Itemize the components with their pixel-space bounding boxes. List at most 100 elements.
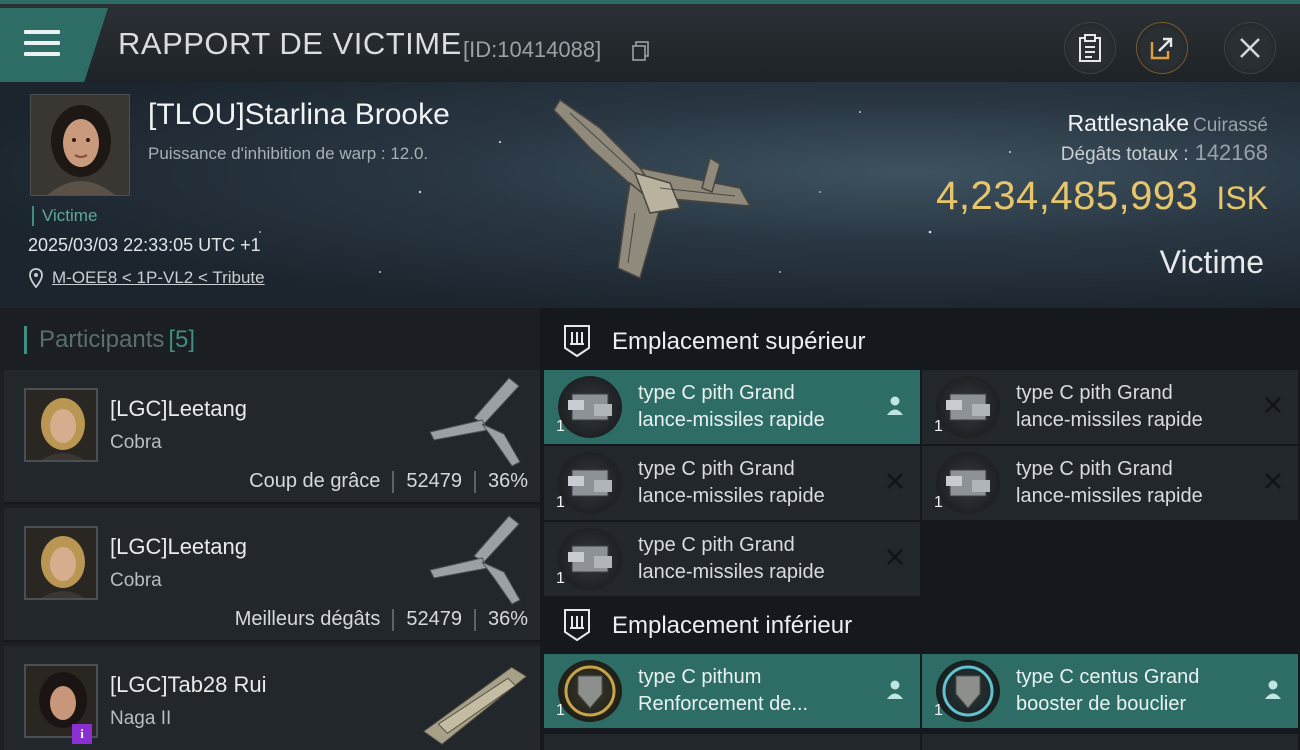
module-slot[interactable]: 1 type C pith Grand lance-missiles rapid… (544, 446, 920, 520)
fitting-panel: Emplacement supérieur 1 type C pith Gran… (544, 308, 1300, 750)
divider (392, 608, 395, 631)
participant-ship: Naga II (110, 708, 172, 729)
participant-stats: Meilleurs dégâts 52479 36% (235, 608, 528, 631)
divider (473, 608, 476, 631)
victim-banner: [TLOU]Starlina Brooke Puissance d'inhibi… (0, 82, 1300, 308)
module-slot[interactable]: 1 type C pith Grand lance-missiles rapid… (922, 446, 1298, 520)
clipboard-button[interactable] (1064, 22, 1116, 74)
module-name-line2: lance-missiles rapide (1016, 485, 1203, 507)
dropped-person-icon (1265, 680, 1281, 699)
participant-ship-image (429, 377, 521, 467)
victim-name[interactable]: [TLOU]Starlina Brooke (148, 98, 450, 132)
menu-button[interactable] (0, 8, 108, 82)
lower-slot-title: Emplacement inférieur (612, 612, 853, 639)
report-id: [ID:10414088] (463, 37, 602, 62)
module-slot-partial[interactable] (922, 734, 1298, 750)
module-slot[interactable]: 1 type C centus Grand booster de bouclie… (922, 654, 1298, 728)
participants-panel: Participants [5] [LGC]Leetang Cobra Coup … (0, 308, 540, 750)
module-quantity: 1 (556, 570, 565, 587)
module-quantity: 1 (556, 702, 565, 719)
participants-label: Participants (39, 326, 165, 353)
total-damage-value: 142168 (1194, 140, 1268, 165)
module-quantity: 1 (556, 418, 565, 435)
module-name-line2: lance-missiles rapide (638, 561, 825, 583)
module-quantity: 1 (556, 494, 565, 511)
upper-slot-title: Emplacement supérieur (612, 328, 866, 355)
participant-stats: Coup de grâce 52479 36% (249, 470, 528, 493)
participant-ship-image (422, 666, 528, 745)
participant-name[interactable]: [LGC]Leetang (110, 534, 247, 560)
warp-disruption-info: Puissance d'inhibition de warp : 12.0. (148, 144, 429, 163)
divider (392, 470, 395, 493)
participant-tag: Meilleurs dégâts (234, 608, 381, 630)
module-name-line1: type C pith Grand (1016, 458, 1173, 480)
dropped-person-icon (887, 396, 903, 415)
victim-ship-image[interactable] (540, 88, 770, 298)
module-thumbnail (558, 376, 622, 438)
close-icon (1240, 38, 1260, 58)
victim-ship-name[interactable]: Rattlesnake (1068, 110, 1189, 136)
module-name-line2: lance-missiles rapide (1016, 409, 1203, 431)
module-name-line1: type C centus Grand (1016, 666, 1200, 688)
module-quantity: 1 (934, 494, 943, 511)
low-slot-icon (564, 609, 590, 642)
participant-card[interactable]: i [LGC]Tab28 Rui Naga II (4, 646, 540, 750)
victim-status-label: Victime (1159, 244, 1264, 280)
participant-damage: 52479 (406, 608, 462, 630)
module-slot[interactable]: 1 type C pithum Renforcement de... (544, 654, 920, 728)
module-name-line1: type C pithum (638, 666, 762, 688)
shield-booster-icon (942, 665, 994, 717)
participant-percent: 36% (487, 608, 528, 630)
info-badge-icon: i (72, 724, 92, 744)
victim-ship-line: Rattlesnake Cuirassé (1068, 110, 1268, 137)
location-pin-icon (29, 268, 43, 288)
participant-name[interactable]: [LGC]Tab28 Rui (110, 672, 267, 698)
module-slot[interactable]: 1 type C pith Grand lance-missiles rapid… (544, 522, 920, 596)
kill-datetime: 2025/03/03 22:33:05 UTC +1 (28, 235, 261, 255)
title-bar: RAPPORT DE VICTIME [ID:10414088] (0, 0, 1300, 82)
module-name-line2: lance-missiles rapide (638, 409, 825, 431)
hamburger-icon (24, 30, 60, 58)
participant-ship-image (429, 515, 521, 605)
kill-location-link[interactable]: M-OEE8 < 1P-VL2 < Tribute (52, 268, 265, 288)
module-name-line2: Renforcement de... (638, 693, 809, 715)
character-portrait-image (31, 95, 129, 195)
divider (473, 470, 476, 493)
module-slot[interactable]: 1 type C pith Grand lance-missiles rapid… (544, 370, 920, 444)
module-thumbnail (558, 528, 622, 590)
participants-header: Participants [5] (24, 326, 195, 354)
module-name-line1: type C pith Grand (638, 382, 795, 404)
share-button[interactable] (1136, 22, 1188, 74)
victim-portrait[interactable] (30, 94, 130, 196)
close-button[interactable] (1224, 22, 1276, 74)
copy-icon[interactable] (632, 41, 650, 61)
total-damage-label: Dégâts totaux : (1060, 144, 1189, 165)
missile-launcher-icon (946, 393, 990, 421)
victim-role-tag: Victime (32, 206, 97, 226)
participant-portrait (24, 388, 98, 462)
module-name-line1: type C pith Grand (638, 534, 795, 556)
missile-launcher-icon (568, 469, 612, 497)
share-icon (1150, 37, 1173, 60)
missile-launcher-icon (568, 545, 612, 573)
module-slot-partial[interactable] (544, 734, 920, 750)
destroyed-x-icon (887, 549, 903, 565)
participant-card[interactable]: [LGC]Leetang Cobra Coup de grâce 52479 3… (4, 370, 540, 504)
page-title: RAPPORT DE VICTIME (118, 26, 462, 61)
isk-unit: ISK (1216, 180, 1268, 216)
participant-damage: 52479 (406, 470, 462, 492)
module-thumbnail (936, 376, 1000, 438)
missile-launcher-icon (568, 393, 612, 421)
module-quantity: 1 (934, 418, 943, 435)
participant-tag: Coup de grâce (249, 470, 381, 492)
isk-loss: 4,234,485,993 ISK (936, 174, 1268, 219)
module-name-line1: type C pith Grand (638, 458, 795, 480)
participant-card[interactable]: [LGC]Leetang Cobra Meilleurs dégâts 5247… (4, 508, 540, 642)
destroyed-x-icon (887, 473, 903, 489)
total-damage: Dégâts totaux :142168 (1061, 140, 1268, 166)
participant-portrait (24, 526, 98, 600)
missile-launcher-icon (946, 469, 990, 497)
victim-ship-class: Cuirassé (1193, 115, 1268, 136)
module-slot[interactable]: 1 type C pith Grand lance-missiles rapid… (922, 370, 1298, 444)
participant-name[interactable]: [LGC]Leetang (110, 396, 247, 422)
